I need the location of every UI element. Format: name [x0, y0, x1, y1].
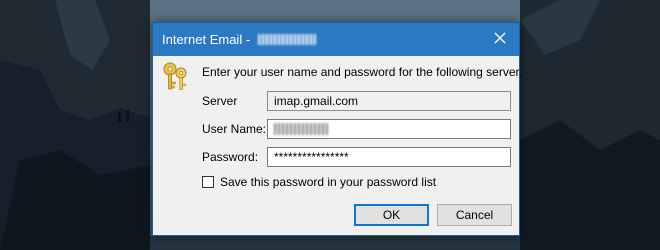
username-field[interactable] [267, 119, 511, 139]
close-button[interactable] [487, 27, 513, 51]
server-label: Server [202, 94, 238, 108]
dialog-titlebar[interactable]: Internet Email - [153, 23, 519, 56]
dialog-title: Internet Email - [162, 32, 316, 47]
save-password-label: Save this password in your password list [220, 175, 437, 189]
keys-icon [163, 62, 187, 90]
save-password-checkbox[interactable] [202, 176, 214, 188]
internet-email-dialog: Internet Email - Enter your user name an… [152, 22, 523, 236]
close-icon [494, 32, 506, 44]
username-label: User Name: [202, 122, 267, 136]
password-label: Password: [202, 150, 259, 164]
redacted-account-name [257, 34, 316, 45]
ok-button[interactable]: OK [354, 204, 429, 226]
redacted-username [274, 123, 328, 135]
password-field[interactable]: **************** [267, 147, 511, 167]
cancel-button[interactable]: Cancel [437, 204, 512, 226]
dialog-prompt: Enter your user name and password for th… [202, 65, 523, 79]
server-field: imap.gmail.com [267, 91, 511, 111]
save-password-option[interactable]: Save this password in your password list [202, 175, 436, 191]
dialog-title-label: Internet Email - [162, 32, 254, 47]
